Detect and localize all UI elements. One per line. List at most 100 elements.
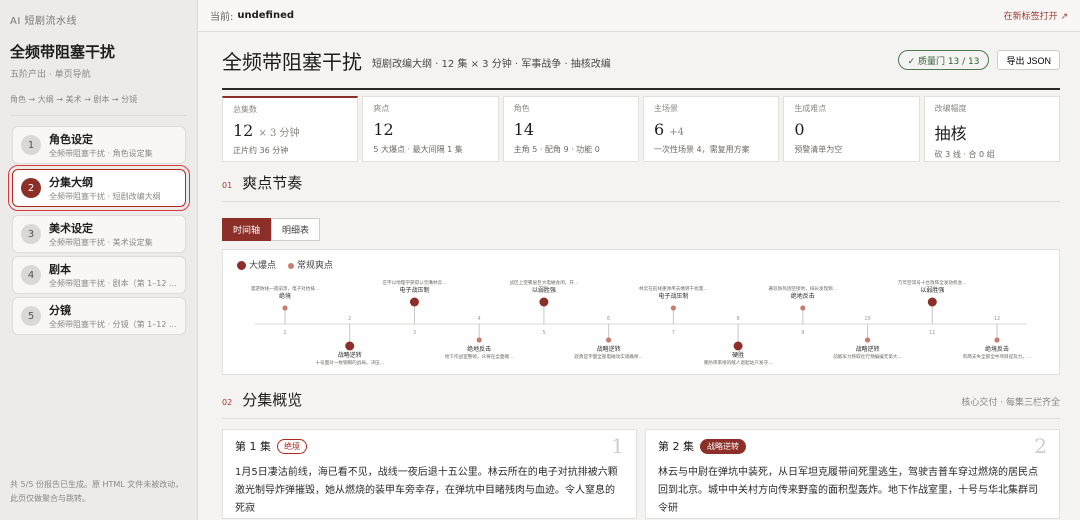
timeline-tick-label: 10 [864, 316, 870, 322]
stat-label: 主场景 [653, 104, 678, 113]
main-content: 全频带阻塞干扰 短剧改编大纲 · 12 集 × 3 分钟 · 军事战争 · 抽核… [198, 32, 1080, 520]
timeline-point-desc: 骁勇官字面全部电磁攻实观确保... [574, 353, 643, 360]
step-name: 分集大纲 [49, 176, 93, 189]
episode-cards: 第 1 集绝境 1 1月5日凄沽前线，海已看不见，战线一夜后退十五公里。林云所在… [222, 429, 1060, 519]
brand-label: AI 短剧流水线 [10, 16, 77, 27]
stat-label: 总集数 [233, 105, 257, 114]
timeline-tick-label: 6 [607, 316, 610, 322]
timeline-point [670, 305, 676, 311]
timeline-point-title: 以弱胜强 [920, 286, 944, 294]
section-title: 爽点节奏 [242, 174, 303, 192]
step-item-characters[interactable]: 1 角色设定全频带阻塞干扰 · 角色设定集 [12, 126, 186, 164]
timeline-point-title: 绝境 [279, 292, 291, 300]
episode-index: 1 [611, 434, 624, 458]
timeline-point-desc: 有两夫失全部全中项目提及力，... [963, 353, 1032, 360]
pipeline-flow: 角色 → 大纲 → 美术 → 剧本 → 分镜 [10, 94, 187, 116]
timeline-point [927, 297, 937, 307]
report-header: 全频带阻塞干扰 短剧改编大纲 · 12 集 × 3 分钟 · 军事战争 · 抽核… [222, 32, 1060, 90]
step-item-outline[interactable]: 2 分集大纲 全频带阻塞干扰 · 短剧改编大纲 [8, 165, 190, 211]
timeline-point-title: 以弱胜强 [532, 286, 556, 294]
stat-suffix: × 3 分钟 [258, 128, 300, 139]
section-divider [222, 418, 1060, 419]
timeline-tick-label: 1 [283, 330, 286, 336]
timeline-tick-label: 3 [413, 330, 416, 336]
stat-card: 生成难点 0 预警清单为空 [783, 96, 920, 162]
stat-detail: 预警清单为空 [794, 145, 843, 154]
stat-card: 角色 14 主角 5 · 配角 9 · 功能 0 [502, 96, 639, 162]
step-name: 美术设定 [49, 222, 93, 235]
step-name: 角色设定 [49, 133, 93, 146]
quality-gate-badge: ✓ 质量门 13 / 13 [897, 50, 990, 70]
timeline-point-title: 战略逆转 [597, 345, 621, 353]
project-title: 全频带阻塞干扰 [10, 43, 116, 61]
project-subtitle: 五阶产出 · 单页导航 [10, 70, 91, 80]
episode-tag: 绝境 [277, 438, 307, 454]
timeline-point-desc: 万年空常号十台放阵全发动机会... [898, 279, 967, 286]
timeline-tick-label: 4 [478, 316, 481, 322]
stat-label: 角色 [513, 104, 530, 113]
episode-index: 2 [1034, 434, 1047, 458]
stat-detail: 主角 5 · 配角 9 · 功能 0 [513, 145, 600, 154]
step-desc: 全频带阻塞干扰 · 角色设定集 [49, 149, 153, 158]
stat-detail: 一次性场景 4，需复用方案 [653, 145, 750, 154]
current-label: 当前: [210, 12, 234, 23]
timeline-tick-label: 12 [994, 316, 1000, 322]
timeline-point-desc: 地下作战室整顿，众将在全面瘫... [445, 353, 514, 360]
step-number: 2 [21, 178, 41, 198]
timeline-point [282, 305, 288, 311]
tab-timeline[interactable]: 时间轴 [222, 218, 272, 241]
timeline-point [476, 337, 482, 343]
step-desc: 全频带阻塞干扰 · 分镜（第 1–12 ... [49, 320, 177, 329]
timeline-tick-label: 5 [542, 330, 545, 336]
episode-card[interactable]: 第 1 集绝境 1 1月5日凄沽前线，海已看不见，战线一夜后退十五公里。林云所在… [222, 429, 637, 519]
step-item-storyboard[interactable]: 5 分镜 全频带阻塞干扰 · 分镜（第 1–12 ... [12, 297, 186, 335]
timeline-point-title: 电子战压制 [658, 292, 688, 300]
sidebar-footer: 共 5/5 份报告已生成。原 HTML 文件未被改动，此页仅做聚合与跳转。 [10, 480, 184, 503]
episode-card[interactable]: 第 2 集战略逆转 2 林云与中尉在弹坑中装死，从日军坦克履带间死里逃生，驾驶吉… [645, 429, 1060, 519]
timeline-point [800, 305, 806, 311]
timeline-tick-label: 7 [672, 330, 675, 336]
stat-label: 改编幅度 [934, 104, 967, 113]
timeline-point-title: 绝地反击 [791, 292, 815, 300]
timeline-point-desc: 著双防热烧空接地，排长发现频... [768, 285, 837, 292]
episode-summary: 林云与中尉在弹坑中装死，从日军坦克履带间死里逃生，驾驶吉普车穿过燃烧的居民点回到… [658, 467, 1038, 514]
step-number: 1 [21, 135, 41, 155]
step-desc: 全频带阻塞干扰 · 剧本（第 1–12 ... [49, 279, 177, 288]
stat-value: 14 [513, 120, 535, 139]
timeline-point-desc: 前敌军力移取社行预编编无第大... [833, 353, 902, 360]
stat-label: 爽点 [373, 104, 390, 113]
step-number: 3 [21, 224, 41, 244]
stat-value: 抽核 [934, 124, 967, 143]
stat-detail: 正片约 36 分钟 [233, 146, 289, 155]
stat-value: 0 [794, 120, 805, 139]
timeline-point-title: 绝地反击 [467, 345, 491, 353]
section-header: 02 分集概览 核心交付 · 每集三栏齐全 [222, 389, 1060, 410]
timeline-point-title: 战略逆转 [856, 345, 880, 353]
export-json-button[interactable]: 导出 JSON [997, 50, 1060, 70]
step-desc: 全频带阻塞干扰 · 美术设定集 [49, 238, 153, 247]
step-number: 4 [21, 265, 41, 285]
open-new-tab-link[interactable]: 在新标签打开 ↗ [1004, 9, 1068, 22]
timeline-point [994, 337, 1000, 343]
timeline-point-desc: 重防审率接的敌人退起站只发守... [704, 359, 773, 366]
timeline-point [864, 337, 871, 343]
timeline-point-title: 战略逆转 [338, 351, 362, 359]
episode-number: 第 1 集 [235, 440, 271, 453]
stat-suffix: +4 [669, 127, 685, 138]
timeline-point-desc: 林云在前线重弹吊去缠转干扰量... [639, 285, 708, 292]
top-bar: 当前: undefined 在新标签打开 ↗ [198, 0, 1080, 32]
stat-card: 改编幅度 抽核 砍 3 线 · 合 0 组 [923, 96, 1060, 162]
stat-value: 12 [373, 120, 394, 139]
stat-detail: 5 大爆点 · 最大间隔 1 集 [373, 145, 463, 154]
timeline-chart: 1 绝境漫游防线一夜崩溃，电子对抗排... 2 战略逆转十号面对一枚钢钢的战局，决压.… [251, 279, 1032, 366]
timeline-tick-label: 8 [736, 316, 739, 322]
sidebar: AI 短剧流水线 全频带阻塞干扰 五阶产出 · 单页导航 角色 → 大纲 → 美… [0, 0, 198, 520]
report-title: 全频带阻塞干扰 [222, 49, 362, 74]
episode-tag: 战略逆转 [700, 438, 746, 454]
timeline-point [345, 341, 355, 351]
step-item-art[interactable]: 3 美术设定全频带阻塞干扰 · 美术设定集 [12, 215, 186, 253]
timeline-point-desc: 漫游防线一夜崩溃，电子对抗排... [251, 285, 320, 292]
tab-detail-table[interactable]: 明细表 [271, 218, 321, 241]
step-item-script[interactable]: 4 剧本 全频带阻塞干扰 · 剧本（第 1–12 ... [12, 256, 186, 294]
section-note: 核心交付 · 每集三栏齐全 [961, 398, 1060, 408]
